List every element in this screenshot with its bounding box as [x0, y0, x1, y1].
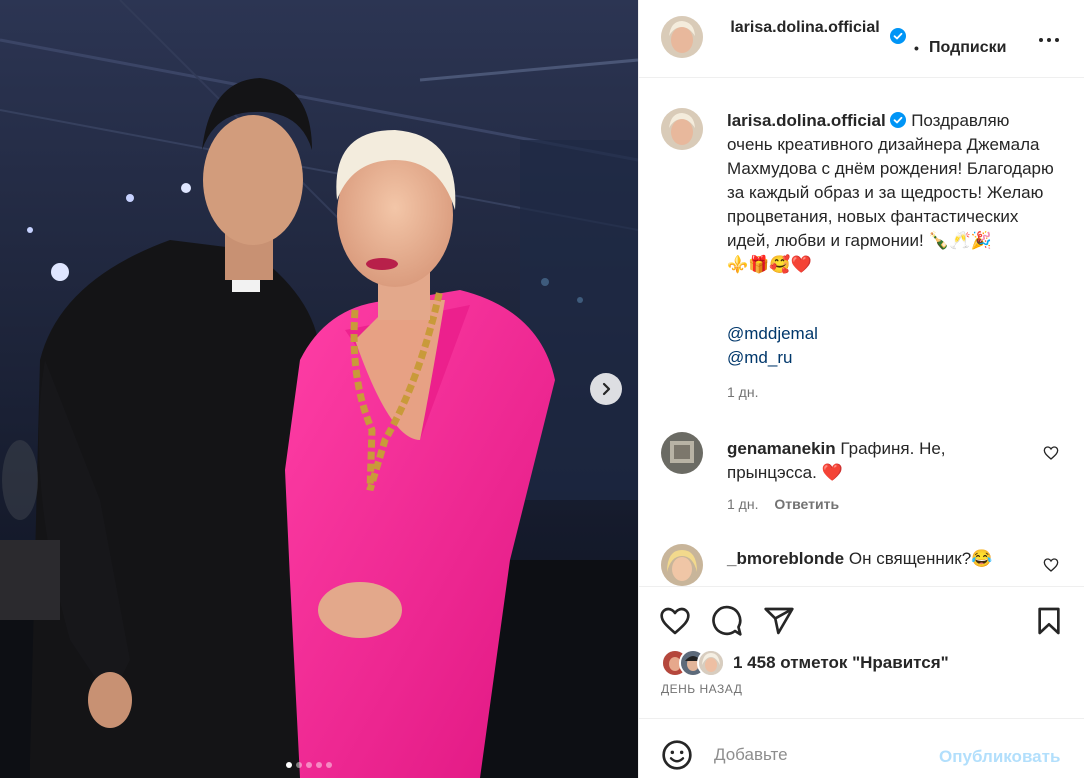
reply-button[interactable]: Ответить: [774, 496, 839, 512]
carousel-dot: [306, 762, 312, 768]
mention-link[interactable]: @md_ru: [727, 348, 792, 368]
comment-text: Он священник?😂: [848, 549, 993, 568]
author-username[interactable]: larisa.dolina.official: [725, 17, 885, 39]
caption-emojis: ⚜️🎁🥰❤️: [727, 255, 812, 274]
heart-icon[interactable]: [659, 605, 691, 637]
comments-scroll-area[interactable]: larisa.dolina.official Поздравляю очень …: [639, 78, 1084, 586]
chevron-right-icon: [602, 382, 611, 396]
post-date[interactable]: ДЕНЬ НАЗАД: [661, 682, 742, 696]
commenter-avatar[interactable]: [661, 432, 703, 474]
verified-badge-icon: [890, 28, 906, 44]
caption: larisa.dolina.official Поздравляю очень …: [727, 109, 1057, 277]
comment-input[interactable]: [714, 745, 934, 765]
like-comment-heart-icon[interactable]: [1043, 557, 1059, 573]
post-actions: 1 458 отметок "Нравится" ДЕНЬ НАЗАД: [639, 586, 1084, 718]
header-separator: •: [914, 40, 919, 56]
comment-username[interactable]: _bmoreblonde: [727, 549, 844, 568]
likes-summary[interactable]: 1 458 отметок "Нравится": [661, 649, 949, 677]
bookmark-icon[interactable]: [1033, 605, 1065, 637]
next-photo-button[interactable]: [590, 373, 622, 405]
comment-timestamp[interactable]: 1 дн.: [727, 496, 758, 512]
like-comment-heart-icon[interactable]: [1043, 445, 1059, 461]
carousel-dot: [296, 762, 302, 768]
caption-timestamp[interactable]: 1 дн.: [727, 384, 758, 400]
post-header: larisa.dolina.official • Подписки: [639, 0, 1084, 78]
carousel-dot: [286, 762, 292, 768]
emoji-icon[interactable]: [661, 739, 693, 771]
caption-text: Поздравляю очень креативного дизайнера Д…: [727, 111, 1054, 250]
post-side-panel: larisa.dolina.official • Подписки larisa…: [638, 0, 1084, 778]
caption-username[interactable]: larisa.dolina.official: [727, 111, 886, 130]
comment-icon[interactable]: [711, 605, 743, 637]
publish-button[interactable]: Опубликовать: [939, 747, 1060, 767]
more-options-icon[interactable]: [1037, 28, 1061, 52]
liker-avatar: [697, 649, 725, 677]
post-media: [0, 0, 638, 778]
comment: genamanekin Графиня. Не, прынцэсса. ❤️: [727, 437, 1027, 485]
carousel-indicator: [286, 762, 332, 768]
comment-composer: Опубликовать: [639, 718, 1084, 778]
likes-count[interactable]: 1 458 отметок "Нравится": [733, 653, 949, 673]
comment-username[interactable]: genamanekin: [727, 439, 836, 458]
author-avatar[interactable]: [661, 16, 703, 58]
post-photo: [0, 0, 638, 778]
carousel-dot: [326, 762, 332, 768]
carousel-dot: [316, 762, 322, 768]
mention-link[interactable]: @mddjemal: [727, 324, 818, 344]
comment: _bmoreblonde Он священник?😂: [727, 547, 1027, 571]
caption-author-avatar[interactable]: [661, 108, 703, 150]
following-button[interactable]: Подписки: [929, 39, 1006, 57]
share-icon[interactable]: [763, 605, 795, 637]
commenter-avatar[interactable]: [661, 544, 703, 586]
verified-badge-icon: [890, 112, 907, 128]
comment-meta: 1 дн. Ответить: [727, 496, 839, 512]
post-modal: larisa.dolina.official • Подписки larisa…: [0, 0, 1084, 778]
